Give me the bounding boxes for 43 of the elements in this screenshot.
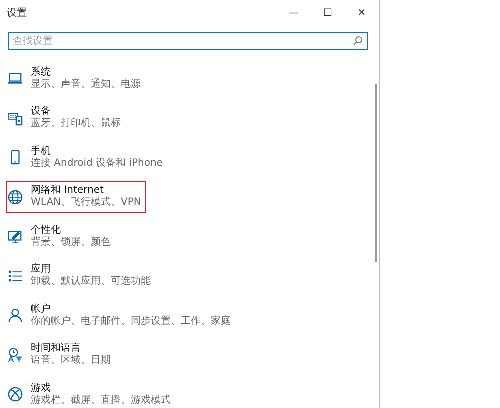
category-description: 背景、锁屏、颜色	[31, 236, 111, 249]
search-icon	[353, 36, 363, 46]
settings-category[interactable]: 设备 蓝牙、打印机、鼠标	[7, 98, 125, 138]
scrollbar[interactable]	[375, 84, 377, 262]
category-title: 帐户	[31, 304, 51, 316]
monitor-brush-icon	[8, 229, 23, 244]
settings-category[interactable]: 帐户 你的帐户、电子邮件、同步设置、工作、家庭	[7, 296, 235, 336]
category-description: 连接 Android 设备和 iPhone	[31, 158, 163, 170]
category-title: 系统	[31, 66, 52, 79]
xbox-icon	[8, 387, 23, 402]
category-title: 应用	[31, 264, 52, 276]
category-title: 个性化	[31, 224, 62, 236]
settings-category[interactable]: 手机 连接 Android 设备和 iPhone	[7, 138, 167, 178]
settings-category[interactable]: 游戏 游戏栏、截屏、直播、游戏模式	[7, 375, 175, 408]
settings-category[interactable]: 时间和语言 语音、区域、日期	[7, 336, 115, 375]
phone-icon	[8, 150, 23, 166]
category-description: 显示、声音、通知、电源	[31, 78, 141, 91]
close-button[interactable]: ✕	[345, 1, 379, 25]
category-description: 卸载、默认应用、可选功能	[31, 276, 151, 288]
settings-category[interactable]: 系统 显示、声音、通知、电源	[7, 59, 145, 98]
category-description: 你的帐户、电子邮件、同步设置、工作、家庭	[31, 316, 231, 328]
category-description: 蓝牙、打印机、鼠标	[31, 118, 121, 130]
category-description: 语音、区域、日期	[31, 355, 111, 368]
clock-language-icon	[8, 348, 23, 363]
category-title: 游戏	[31, 382, 52, 394]
window-title: 设置	[7, 6, 27, 20]
laptop-icon	[8, 71, 23, 86]
settings-category[interactable]: 网络和 Internet WLAN、飞行模式、VPN	[7, 182, 146, 212]
settings-category[interactable]: 应用 卸载、默认应用、可选功能	[7, 256, 155, 296]
minimize-button[interactable]: —	[277, 1, 311, 25]
search-field[interactable]: 查找设置	[8, 32, 368, 50]
keyboard-icon	[8, 110, 23, 126]
category-description: WLAN、飞行模式、VPN	[31, 197, 142, 210]
list-icon	[8, 268, 23, 284]
globe-icon	[8, 190, 23, 205]
category-title: 网络和 Internet	[31, 185, 105, 196]
category-title: 手机	[31, 146, 52, 158]
person-icon	[8, 308, 23, 324]
category-title: 时间和语言	[31, 343, 82, 354]
maximize-button[interactable]: ☐	[311, 1, 345, 25]
category-description: 游戏栏、截屏、直播、游戏模式	[31, 394, 171, 407]
settings-category[interactable]: 个性化 背景、锁屏、颜色	[7, 217, 115, 256]
category-title: 设备	[31, 106, 52, 118]
